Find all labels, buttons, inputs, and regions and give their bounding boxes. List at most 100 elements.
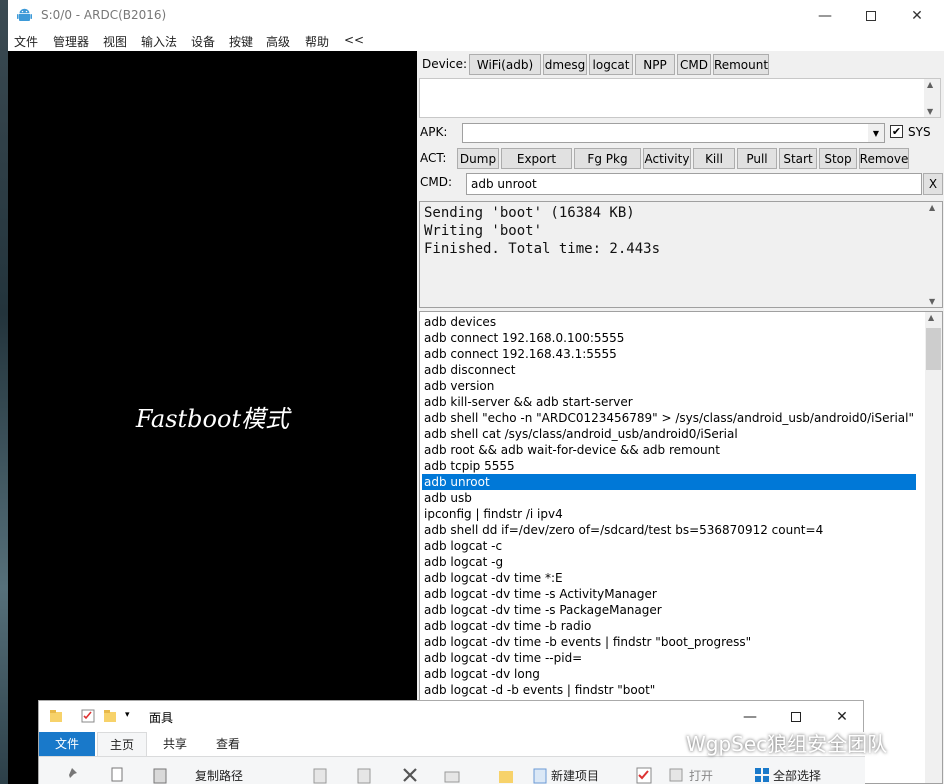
command-list-item[interactable]: adb logcat -dv time *:E xyxy=(422,570,916,586)
command-list-item[interactable]: adb logcat -g xyxy=(422,554,916,570)
command-list-item[interactable]: ipconfig | findstr /i ipv4 xyxy=(422,506,916,522)
copy-to-icon[interactable] xyxy=(355,766,373,784)
command-list-item[interactable]: adb shell "echo -n "ARDC0123456789" > /s… xyxy=(422,410,916,426)
scroll-down-icon[interactable]: ▼ xyxy=(927,107,933,116)
command-list-item[interactable]: adb tcpip 5555 xyxy=(422,458,916,474)
device-output-box[interactable]: ▲ ▼ xyxy=(419,78,941,118)
command-list-item[interactable]: adb logcat -c xyxy=(422,538,916,554)
tab-share[interactable]: 共享 xyxy=(151,732,199,756)
delete-icon[interactable] xyxy=(401,766,419,784)
select-all-icon[interactable] xyxy=(753,766,771,784)
command-list-item[interactable]: adb connect 192.168.0.100:5555 xyxy=(422,330,916,346)
command-list-item[interactable]: adb logcat -dv time -s ActivityManager xyxy=(422,586,916,602)
tab-file[interactable]: 文件 xyxy=(39,732,95,756)
qat-dropdown-icon[interactable]: ▾ xyxy=(125,710,130,720)
menu-collapse[interactable]: << xyxy=(344,33,364,47)
device-label: Device: xyxy=(422,57,468,71)
pull-button[interactable]: Pull xyxy=(737,148,777,169)
scroll-up-icon[interactable]: ▲ xyxy=(927,80,933,89)
npp-button[interactable]: NPP xyxy=(635,54,675,75)
remove-button[interactable]: Remove xyxy=(859,148,909,169)
minimize-button[interactable]: — xyxy=(802,0,848,31)
explorer-ribbon: 复制路径 新建项目 打开 全部选择 xyxy=(39,756,865,784)
tab-view[interactable]: 查看 xyxy=(204,732,252,756)
new-folder-icon[interactable] xyxy=(103,709,117,723)
command-list-item[interactable]: adb kill-server && adb start-server xyxy=(422,394,916,410)
menu-file[interactable]: 文件 xyxy=(14,33,38,50)
maximize-button[interactable] xyxy=(848,0,894,31)
menu-device[interactable]: 设备 xyxy=(191,33,215,50)
pin-icon[interactable] xyxy=(63,766,81,784)
command-list-item[interactable]: adb disconnect xyxy=(422,362,916,378)
start-button[interactable]: Start xyxy=(779,148,817,169)
scroll-up-icon[interactable]: ▲ xyxy=(929,203,935,212)
window-title: S:0/0 - ARDC(B2016) xyxy=(41,8,167,22)
apk-combo[interactable]: ▼ xyxy=(462,123,885,143)
menu-bar: 文件 管理器 视图 输入法 设备 按键 高级 帮助 << xyxy=(8,31,944,51)
console-output[interactable]: Sending 'boot' (16384 KB) Writing 'boot'… xyxy=(419,201,943,308)
device-output-scrollbar[interactable]: ▲ ▼ xyxy=(924,79,940,117)
fastboot-mode-text: Fastboot模式 xyxy=(135,405,290,433)
cmd-input[interactable]: adb unroot xyxy=(466,173,922,195)
command-list-item[interactable]: adb shell dd if=/dev/zero of=/sdcard/tes… xyxy=(422,522,916,538)
sys-checkbox[interactable]: ✔ xyxy=(890,125,903,138)
scroll-up-icon[interactable]: ▲ xyxy=(928,313,934,322)
tab-home[interactable]: 主页 xyxy=(97,732,148,756)
clear-cmd-button[interactable]: X xyxy=(923,173,943,195)
apk-label: APK: xyxy=(420,125,448,139)
copy-path-button[interactable]: 复制路径 xyxy=(195,767,243,784)
move-to-icon[interactable] xyxy=(311,766,329,784)
select-all-button[interactable]: 全部选择 xyxy=(773,767,821,784)
new-item-icon[interactable] xyxy=(531,766,549,784)
command-list-item[interactable]: adb logcat -dv time -b events | findstr … xyxy=(422,634,916,650)
copy-icon[interactable] xyxy=(109,766,127,784)
export-button[interactable]: Export xyxy=(501,148,572,169)
properties-check-icon[interactable] xyxy=(635,766,653,784)
chevron-down-icon[interactable]: ▼ xyxy=(868,124,884,142)
logcat-button[interactable]: logcat xyxy=(589,54,633,75)
activity-button[interactable]: Activity xyxy=(643,148,691,169)
command-list-item[interactable]: adb connect 192.168.43.1:5555 xyxy=(422,346,916,362)
rename-icon[interactable] xyxy=(443,766,461,784)
command-list-item[interactable]: adb root && adb wait-for-device && adb r… xyxy=(422,442,916,458)
scroll-down-icon[interactable]: ▼ xyxy=(929,297,935,306)
menu-help[interactable]: 帮助 xyxy=(305,33,329,50)
device-screen[interactable]: Fastboot模式 xyxy=(8,51,417,784)
menu-input-method[interactable]: 输入法 xyxy=(141,33,177,50)
command-list-item[interactable]: adb logcat -dv time --pid= xyxy=(422,650,916,666)
menu-advanced[interactable]: 高级 xyxy=(266,33,290,50)
kill-button[interactable]: Kill xyxy=(693,148,735,169)
paste-icon[interactable] xyxy=(151,766,169,784)
watermark-text: WgpSec狼组安全团队 xyxy=(686,732,888,756)
wifi-adb-button[interactable]: WiFi(adb) xyxy=(469,54,541,75)
command-list-item[interactable]: adb logcat -dv long xyxy=(422,666,916,682)
title-bar: S:0/0 - ARDC(B2016) — ✕ xyxy=(8,0,944,31)
open-icon[interactable] xyxy=(667,766,685,784)
command-list-item[interactable]: adb logcat -dv time -b radio xyxy=(422,618,916,634)
command-list-item[interactable]: adb unroot xyxy=(422,474,916,490)
command-list-item[interactable]: adb logcat -dv time -s PackageManager xyxy=(422,602,916,618)
cmd-button[interactable]: CMD xyxy=(677,54,711,75)
menu-view[interactable]: 视图 xyxy=(103,33,127,50)
remount-button[interactable]: Remount xyxy=(713,54,769,75)
dmesg-button[interactable]: dmesg xyxy=(543,54,587,75)
scroll-thumb[interactable] xyxy=(926,328,941,370)
open-button[interactable]: 打开 xyxy=(689,767,713,784)
new-item-button[interactable]: 新建项目 xyxy=(551,767,599,784)
command-list-item[interactable]: adb version xyxy=(422,378,916,394)
fg-pkg-button[interactable]: Fg Pkg xyxy=(574,148,641,169)
stop-button[interactable]: Stop xyxy=(819,148,857,169)
dump-button[interactable]: Dump xyxy=(457,148,499,169)
command-list-item[interactable]: adb shell cat /sys/class/android_usb/and… xyxy=(422,426,916,442)
command-list-item[interactable]: adb usb xyxy=(422,490,916,506)
folder-icon xyxy=(50,710,62,722)
console-scrollbar[interactable]: ▲ ▼ xyxy=(926,202,942,307)
menu-manager[interactable]: 管理器 xyxy=(53,33,89,50)
new-folder-ribbon-icon[interactable] xyxy=(497,766,515,784)
command-list-item[interactable]: adb logcat -d -b events | findstr "boot" xyxy=(422,682,916,698)
command-list-scrollbar[interactable]: ▲ xyxy=(925,312,942,783)
properties-icon[interactable] xyxy=(81,709,95,723)
menu-keys[interactable]: 按键 xyxy=(229,33,253,50)
command-list-item[interactable]: adb devices xyxy=(422,314,916,330)
close-button[interactable]: ✕ xyxy=(894,0,940,31)
